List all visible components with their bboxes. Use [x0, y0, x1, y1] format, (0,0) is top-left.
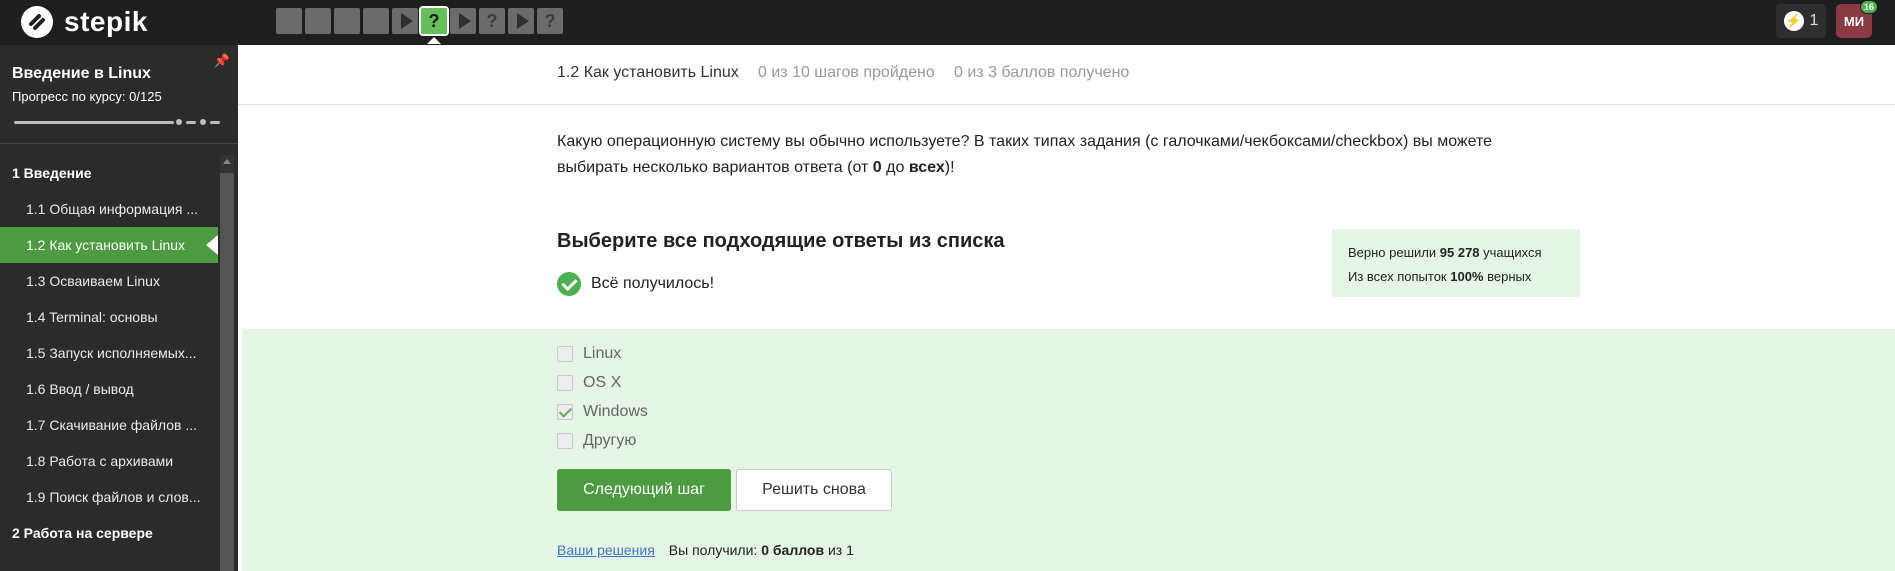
solve-again-button[interactable]: Решить снова [736, 469, 892, 511]
stats-text: верных [1483, 269, 1532, 284]
course-title[interactable]: Введение в Linux [12, 65, 226, 83]
step-10-quiz-icon[interactable]: ? [537, 8, 563, 34]
module-list: 1 Введение 1.1 Общая информация ... 1.2 … [0, 155, 218, 551]
stepik-logo[interactable]: stepik [20, 4, 148, 40]
notifications-button[interactable]: ⚡ 1 [1776, 4, 1826, 38]
sidebar-scrollbar[interactable] [220, 155, 234, 571]
solve-stats: Верно решили 95 278 учащихся Из всех поп… [1332, 229, 1580, 297]
course-sidebar: Введение в Linux Прогресс по курсу: 0/12… [0, 45, 238, 571]
option-osx[interactable]: OS X [557, 368, 648, 397]
lesson-1-2[interactable]: 1.2 Как установить Linux [0, 227, 218, 263]
option-checkbox[interactable] [557, 374, 573, 391]
stepik-logo-icon [21, 6, 53, 38]
avatar-initials: МИ [1843, 13, 1865, 29]
lesson-steps-progress: 0 из 10 шагов пройдено [758, 64, 935, 81]
lesson-1-7[interactable]: 1.7 Скачивание файлов ... [0, 407, 218, 443]
question-bold-to: всех [908, 159, 945, 176]
question-bold-from: 0 [872, 159, 882, 176]
lesson-1-6[interactable]: 1.6 Ввод / вывод [0, 371, 218, 407]
step-6-quiz-icon[interactable]: ? [419, 6, 449, 44]
progress-marker [176, 119, 182, 125]
stats-accuracy-value: 100% [1450, 269, 1484, 284]
answer-options: Linux OS X Windows Другую [557, 339, 648, 455]
next-step-button[interactable]: Следующий шаг [557, 469, 731, 511]
module-2-title[interactable]: 2 Работа на сервере [0, 515, 218, 551]
option-label: Другую [583, 431, 637, 449]
step-6-label: ? [428, 10, 440, 31]
question-text-part: до [881, 159, 909, 176]
option-label: Linux [583, 344, 622, 362]
option-label: Windows [583, 402, 648, 420]
progress-marker [186, 120, 196, 124]
step-8-label: ? [486, 10, 498, 31]
course-progress-label: Прогресс по курсу: 0/125 [12, 89, 162, 104]
step-7-video-icon[interactable] [450, 8, 476, 34]
scrollbar-thumb[interactable] [220, 173, 234, 571]
lesson-1-4[interactable]: 1.4 Terminal: основы [0, 299, 218, 335]
lesson-1-1[interactable]: 1.1 Общая информация ... [0, 191, 218, 227]
scroll-up-arrow-icon[interactable] [223, 159, 231, 164]
step-1-text-icon[interactable] [276, 8, 302, 34]
result-prefix: Вы получили: [668, 542, 762, 558]
module-1-title[interactable]: 1 Введение [0, 155, 218, 191]
result-score: 0 баллов [761, 542, 825, 558]
option-linux[interactable]: Linux [557, 339, 648, 368]
stats-text: Верно решили [1348, 245, 1440, 260]
main-content: 1.2 Как установить Linux 0 из 10 шагов п… [238, 45, 1895, 571]
user-avatar[interactable]: МИ 16 [1836, 0, 1878, 38]
step-2-text-icon[interactable] [305, 8, 331, 34]
step-navigation: ? ? ? [276, 6, 563, 44]
pin-icon[interactable]: 📌 [214, 53, 230, 69]
course-header: Введение в Linux Прогресс по курсу: 0/12… [0, 45, 238, 143]
lesson-1-9[interactable]: 1.9 Поиск файлов и слов... [0, 479, 218, 515]
lesson-1-5[interactable]: 1.5 Запуск исполняемых... [0, 335, 218, 371]
stats-text: учащихся [1479, 245, 1542, 260]
stats-solved-line: Верно решили 95 278 учащихся [1348, 241, 1564, 265]
lesson-header: 1.2 Как установить Linux 0 из 10 шагов п… [238, 45, 1895, 105]
success-message: Всё получилось! [557, 272, 714, 296]
option-windows[interactable]: Windows [557, 397, 648, 426]
notifications-count: 1 [1809, 12, 1819, 29]
question-text-part: Какую операционную систему вы обычно исп… [557, 133, 1493, 176]
answers-area: Linux OS X Windows Другую Следующий шаг … [242, 329, 1895, 571]
check-circle-icon [557, 272, 581, 296]
step-4-text-icon[interactable] [363, 8, 389, 34]
progress-marker [200, 119, 206, 125]
submission-footer: Ваши решения Вы получили: 0 баллов из 1 [557, 542, 854, 558]
question-text: Какую операционную систему вы обычно исп… [557, 129, 1567, 181]
top-navbar: stepik ? ? ? ⚡ 1 МИ 16 [0, 0, 1895, 45]
question-text-part: )! [944, 159, 955, 176]
brand-name: stepik [64, 6, 148, 37]
stats-solved-count: 95 278 [1439, 245, 1480, 260]
your-solutions-link[interactable]: Ваши решения [557, 542, 655, 558]
lesson-1-3[interactable]: 1.3 Осваиваем Linux [0, 263, 218, 299]
progress-marker [210, 120, 220, 124]
option-label: OS X [583, 373, 622, 391]
option-other[interactable]: Другую [557, 426, 648, 455]
step-3-text-icon[interactable] [334, 8, 360, 34]
step-9-video-icon[interactable] [508, 8, 534, 34]
result-text: Вы получили: 0 баллов из 1 [669, 542, 854, 558]
stats-text: Из всех попыток [1348, 269, 1451, 284]
stats-accuracy-line: Из всех попыток 100% верных [1348, 265, 1564, 289]
step-5-video-icon[interactable] [392, 8, 418, 34]
active-step-caret [427, 37, 441, 44]
success-text: Всё получилось! [591, 275, 715, 292]
avatar-badge: 16 [1859, 0, 1878, 14]
step-10-label: ? [544, 10, 556, 31]
result-suffix: из 1 [824, 542, 854, 558]
option-checkbox[interactable] [557, 432, 573, 449]
step-8-quiz-icon[interactable]: ? [479, 8, 505, 34]
progress-markers [176, 119, 220, 125]
option-checkbox-checked[interactable] [557, 403, 573, 420]
sidebar-divider [0, 143, 238, 144]
bolt-icon: ⚡ [1783, 11, 1804, 31]
option-checkbox[interactable] [557, 345, 573, 362]
quiz-heading: Выберите все подходящие ответы из списка [557, 230, 1005, 252]
course-progress-bar [14, 121, 174, 124]
lesson-points: 0 из 3 баллов получено [954, 64, 1130, 81]
lesson-1-8[interactable]: 1.8 Работа с архивами [0, 443, 218, 479]
lesson-title: 1.2 Как установить Linux [557, 64, 739, 81]
